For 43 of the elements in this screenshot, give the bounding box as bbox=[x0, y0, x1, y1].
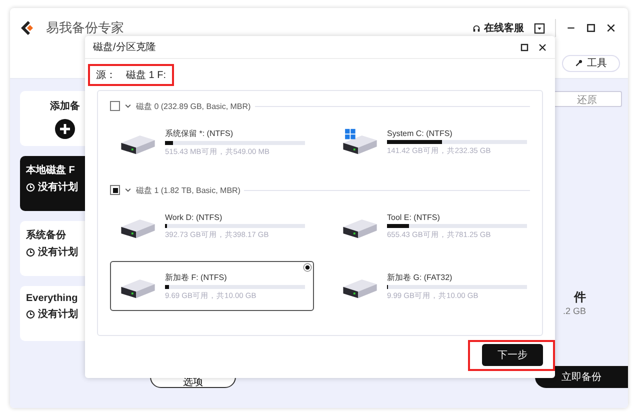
partition-name: 新加卷 G: (FAT32) bbox=[387, 272, 454, 282]
partition-name: 系统保留 *: (NTFS) bbox=[165, 128, 234, 138]
schedule-text: 没有计划 bbox=[38, 246, 78, 259]
partition-name: System C: (NTFS) bbox=[387, 128, 454, 138]
source-value: 磁盘 1 F: bbox=[126, 69, 166, 82]
radio-selected-icon bbox=[303, 263, 312, 272]
clock-icon bbox=[26, 310, 35, 318]
schedule-text: 没有计划 bbox=[38, 180, 78, 194]
task-title: 本地磁盘 F bbox=[26, 164, 76, 177]
logo-icon bbox=[20, 20, 36, 36]
maximize-icon[interactable] bbox=[520, 42, 529, 52]
source-label: 源： bbox=[96, 69, 116, 82]
partition-name: 新加卷 F: (NTFS) bbox=[165, 272, 228, 282]
app-title: 易我备份专家 bbox=[46, 19, 124, 37]
checkbox[interactable] bbox=[110, 185, 120, 195]
close-icon[interactable] bbox=[538, 42, 547, 52]
dropdown-icon[interactable] bbox=[534, 22, 545, 34]
dialog-title: 磁盘/分区克隆 bbox=[93, 40, 156, 54]
clock-icon bbox=[26, 248, 35, 256]
headset-icon bbox=[472, 24, 481, 32]
task-title: Everything bbox=[26, 293, 79, 304]
partition-name: Tool E: (NTFS) bbox=[387, 212, 441, 222]
plus-icon bbox=[55, 118, 75, 138]
disk-label: 磁盘 0 (232.89 GB, Basic, MBR) bbox=[136, 100, 251, 112]
chevron-icon[interactable] bbox=[124, 102, 132, 110]
task-title: 系统备份 bbox=[26, 228, 67, 242]
tools-button[interactable]: 工具 bbox=[562, 54, 620, 72]
disk-label: 磁盘 1 (1.82 TB, Basic, MBR) bbox=[136, 184, 240, 196]
next-button[interactable]: 下一步 bbox=[482, 344, 543, 366]
maximize-icon[interactable] bbox=[586, 23, 596, 33]
restore-button[interactable]: 还原 bbox=[552, 91, 622, 107]
checkbox[interactable] bbox=[110, 101, 120, 111]
summary-title: 件 bbox=[574, 289, 586, 306]
wrench-icon bbox=[575, 59, 583, 67]
clock-icon bbox=[26, 182, 35, 192]
system-drive-icon bbox=[341, 128, 379, 156]
chevron-icon[interactable] bbox=[124, 186, 132, 194]
schedule-text: 没有计划 bbox=[38, 308, 78, 321]
add-backup-label: 添加备 bbox=[50, 100, 80, 112]
support-button[interactable]: 在线客服 bbox=[472, 21, 524, 35]
summary-size: .2 GB bbox=[562, 306, 586, 316]
partition-name: Work D: (NTFS) bbox=[165, 212, 224, 222]
close-icon[interactable] bbox=[606, 23, 616, 33]
